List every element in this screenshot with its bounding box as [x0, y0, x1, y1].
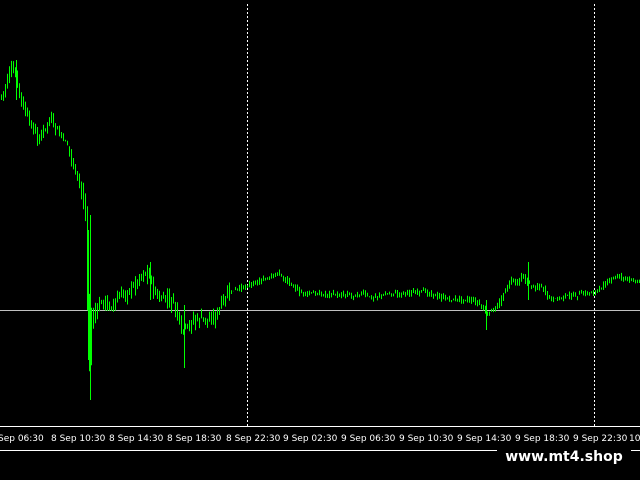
time-axis-label: 9 Sep 14:30: [457, 434, 512, 444]
time-axis-label: 9 Sep 10:30: [399, 434, 454, 444]
candlestick-series: [1, 60, 640, 400]
time-axis-label: 9 Sep 22:30: [573, 434, 628, 444]
time-axis-label: 9 Sep 02:30: [283, 434, 338, 444]
time-axis-label: 9 Sep 06:30: [341, 434, 396, 444]
time-axis-label: Sep 06:30: [0, 434, 44, 444]
price-chart[interactable]: Sep 06:30 8 Sep 10:30 8 Sep 14:30 8 Sep 18:…: [0, 0, 640, 480]
watermark-logo: www.mt4.shop: [497, 445, 631, 469]
time-axis-label: 9 Sep 18:30: [515, 434, 570, 444]
time-axis-label: 8 Sep 18:30: [167, 434, 222, 444]
chart-canvas[interactable]: Sep 06:30 8 Sep 10:30 8 Sep 14:30 8 Sep 18:…: [0, 0, 640, 480]
time-axis-label: 8 Sep 10:30: [51, 434, 106, 444]
day-separators: [247, 4, 595, 426]
time-axis: Sep 06:30 8 Sep 10:30 8 Sep 14:30 8 Sep 18:…: [0, 434, 640, 444]
time-axis-label: 8 Sep 14:30: [109, 434, 164, 444]
time-axis-label: 8 Sep 22:30: [226, 434, 281, 444]
time-axis-label: 10: [629, 434, 640, 444]
